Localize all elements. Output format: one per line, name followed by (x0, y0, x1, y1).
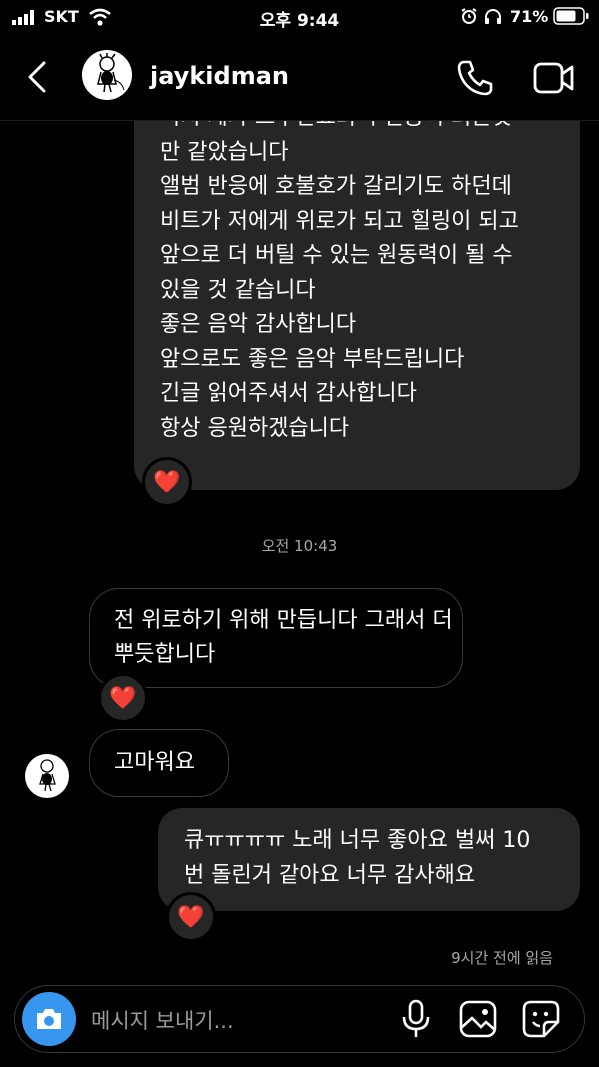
battery-icon (553, 7, 589, 25)
received-message-bubble[interactable]: 고마워요 (89, 729, 229, 797)
heart-icon: ❤️ (177, 904, 205, 930)
gallery-icon[interactable] (459, 1000, 497, 1038)
video-call-icon[interactable] (533, 61, 575, 95)
message-line: 고마워요 (114, 750, 195, 775)
alarm-icon (461, 8, 477, 24)
message-line: 뿌듯합니다 (114, 642, 216, 667)
message-line: 비트가 저에게 위로가 되고 힐링이 되고 (160, 208, 519, 234)
avatar-drawing-icon (39, 759, 56, 792)
avatar[interactable] (82, 50, 132, 100)
avatar-drawing-icon (97, 53, 125, 93)
sent-message-bubble[interactable]: 큐ㅠㅠㅠㅠ 노래 너무 좋아요 벌써 10 번 돌린거 같아요 너무 감사해요 (158, 808, 580, 911)
read-receipt: 9시간 전에 읽음 (451, 949, 553, 967)
message-line: 앞으로 더 버틸 수 있는 원동력이 될 수 (160, 243, 513, 268)
message-input[interactable]: 메시지 보내기... (91, 1005, 234, 1035)
reaction-heart[interactable]: ❤️ (142, 457, 192, 507)
message-line: 만 같았습니다 (160, 139, 289, 165)
message-line: 비치 제가 트루만쇼의 주인공이 되는것 (160, 121, 554, 136)
battery-percent: 71% (510, 7, 549, 26)
message-line: 앞으로도 좋은 음악 부탁드립니다 (160, 346, 465, 372)
timestamp: 오전 10:43 (261, 537, 338, 555)
message-scroll-area: 비치 제가 트루만쇼의 주인공이 되는것 만 같았습니다 앨범 반응에 호불호가… (0, 121, 599, 491)
username[interactable]: jaykidman (150, 62, 289, 90)
headphones-icon (485, 9, 501, 24)
message-line: 좋은 음악 감사합니다 (160, 312, 357, 337)
phone-icon[interactable] (456, 59, 494, 97)
heart-icon: ❤️ (153, 469, 181, 495)
message-line: 긴글 읽어주셔서 감사합니다 (160, 381, 417, 406)
message-line: 있을 것 같습니다 (160, 277, 316, 303)
sticker-icon[interactable] (522, 1000, 560, 1038)
message-line: 번 돌린거 같아요 너무 감사해요 (184, 862, 476, 888)
camera-button[interactable] (22, 992, 76, 1046)
message-line: 전 위로하기 위해 만듭니다 그래서 더 (114, 608, 453, 633)
reaction-heart[interactable]: ❤️ (166, 892, 216, 942)
heart-icon: ❤️ (109, 685, 137, 711)
reaction-heart[interactable]: ❤️ (98, 673, 148, 723)
message-line: 앨범 반응에 호불호가 갈리기도 하던데 (160, 174, 512, 199)
sender-avatar[interactable] (25, 754, 69, 798)
status-bar: SKT 오후 9:44 71% (0, 0, 599, 34)
camera-icon (37, 1009, 61, 1029)
back-icon[interactable] (26, 61, 48, 93)
message-line: 큐ㅠㅠㅠㅠ 노래 너무 좋아요 벌써 10 (184, 828, 531, 853)
microphone-icon[interactable] (401, 999, 431, 1039)
received-message-bubble[interactable]: 비치 제가 트루만쇼의 주인공이 되는것 만 같았습니다 앨범 반응에 호불호가… (134, 121, 580, 490)
message-line: 항상 응원하겠습니다 (160, 415, 350, 441)
received-message-bubble[interactable]: 전 위로하기 위해 만듭니다 그래서 더 뿌듯합니다 (89, 588, 463, 688)
